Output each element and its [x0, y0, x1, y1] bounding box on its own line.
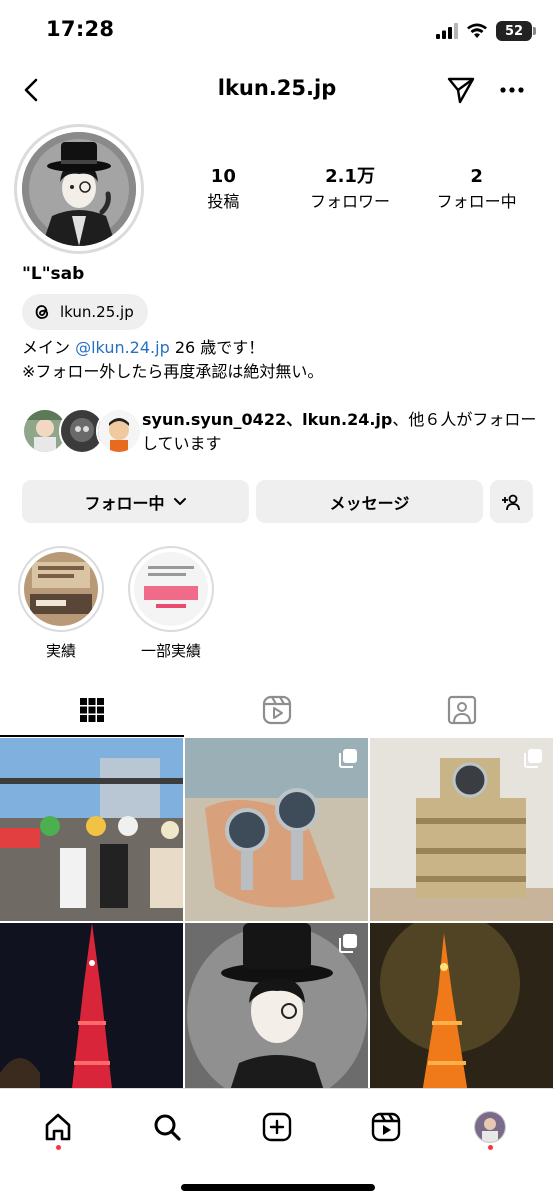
back-button[interactable] [12, 70, 52, 110]
post-thumbnail[interactable] [0, 923, 183, 1088]
nav-create[interactable] [253, 1103, 301, 1151]
avatar [22, 132, 136, 246]
highlight-ring [128, 546, 214, 632]
add-person-icon [501, 494, 520, 510]
profile-avatar[interactable] [14, 124, 144, 254]
profile-avatar-small-image [475, 1112, 505, 1142]
highlight-ring [18, 546, 104, 632]
post-thumbnail[interactable] [185, 738, 368, 921]
status-time: 17:28 [46, 17, 115, 41]
post-image [370, 923, 553, 1088]
message-button-label: メッセージ [329, 493, 410, 513]
highlight-label: 実績 [45, 642, 76, 660]
active-tab-indicator [0, 735, 184, 737]
profile-bio: メイン @lkun.24.jp 26 歳です！ ※フォロー外したら再度承認は絶対… [22, 336, 323, 384]
battery-level: 52 [504, 23, 524, 39]
threads-icon [35, 305, 49, 319]
posts-grid [0, 738, 554, 1088]
post-thumbnail[interactable] [0, 738, 183, 921]
home-icon [45, 1113, 71, 1141]
reels-icon [262, 695, 292, 725]
more-options-button[interactable] [492, 70, 532, 110]
followed-by-text: syun.syun_0422、lkun.24.jp、他６人がフォローしています [142, 408, 542, 456]
story-highlight[interactable]: 実績 [16, 546, 106, 661]
wifi-icon [467, 23, 487, 38]
suggest-people-button[interactable] [490, 480, 533, 523]
chevron-down-icon [173, 497, 186, 505]
reels-icon [371, 1112, 401, 1142]
tab-tagged[interactable] [370, 682, 554, 738]
battery-icon: 52 [496, 21, 536, 41]
status-bar: 17:28 52 [0, 0, 554, 62]
posts-count-label: 投稿 [207, 192, 240, 211]
carousel-icon [524, 749, 542, 768]
highlight-cover-image [134, 552, 208, 626]
followed-by-names: syun.syun_0422、lkun.24.jp [142, 410, 393, 429]
avatar-illustration [22, 132, 136, 246]
post-thumbnail[interactable] [185, 923, 368, 1088]
home-indicator [181, 1184, 375, 1191]
chevron-left-icon [24, 78, 38, 102]
status-icons: 52 [436, 20, 536, 42]
highlight-cover [134, 552, 208, 626]
threads-badge[interactable]: lkun.25.jp [22, 294, 148, 330]
followers-count-label: フォロワー [310, 192, 391, 211]
following-button[interactable]: フォロー中 [22, 480, 249, 523]
post-image [0, 738, 183, 921]
plus-square-icon [262, 1112, 292, 1142]
follower-avatar [96, 408, 142, 454]
following-count-value: 2 [470, 166, 483, 187]
post-image [0, 923, 183, 1088]
search-icon [154, 1114, 181, 1141]
post-thumbnail[interactable] [370, 923, 553, 1088]
carousel-icon [339, 749, 357, 768]
highlight-label: 一部実績 [140, 642, 201, 660]
nav-search[interactable] [143, 1103, 191, 1151]
bio-mention-link[interactable]: @lkun.24.jp [75, 338, 170, 357]
cellular-signal-icon [436, 23, 458, 39]
following-count[interactable]: 2 フォロー中 [413, 166, 540, 214]
profile-stats: 10 投稿 2.1万 フォロワー 2 フォロー中 [160, 166, 540, 214]
followed-by[interactable]: syun.syun_0422、lkun.24.jp、他６人がフォローしています [22, 406, 542, 462]
tab-posts[interactable] [0, 682, 184, 738]
followers-count[interactable]: 2.1万 フォロワー [287, 166, 414, 214]
story-highlight[interactable]: 一部実績 [126, 546, 216, 661]
post-thumbnail[interactable] [370, 738, 553, 921]
nav-profile[interactable] [466, 1103, 514, 1151]
profile-avatar-small [474, 1111, 506, 1143]
following-count-label: フォロー中 [436, 192, 517, 211]
tagged-person-icon [447, 695, 477, 725]
paper-plane-icon [447, 77, 475, 104]
bio-line-2: ※フォロー外したら再度承認は絶対無い。 [22, 362, 324, 381]
profile-notification-dot [488, 1145, 493, 1150]
bio-suffix: 26 歳です！ [169, 338, 265, 357]
nav-reels[interactable] [362, 1103, 410, 1151]
message-button[interactable]: メッセージ [256, 480, 483, 523]
following-button-label: フォロー中 [84, 493, 165, 513]
display-name: "L"sab [22, 264, 85, 284]
follower-avatar-image [98, 410, 140, 452]
posts-count-value: 10 [210, 166, 236, 187]
carousel-icon [339, 934, 357, 953]
content-tabs [0, 682, 554, 738]
highlight-cover [24, 552, 98, 626]
tab-reels[interactable] [185, 682, 369, 738]
share-profile-button[interactable] [441, 70, 481, 110]
grid-icon [80, 698, 104, 722]
followers-count-value: 2.1万 [325, 166, 375, 187]
profile-header: lkun.25.jp [0, 62, 554, 118]
bio-prefix: メイン [22, 338, 76, 357]
ellipsis-icon [500, 87, 524, 93]
posts-count[interactable]: 10 投稿 [160, 166, 287, 214]
threads-handle: lkun.25.jp [60, 303, 134, 321]
home-notification-dot [56, 1145, 61, 1150]
highlight-cover-image [24, 552, 98, 626]
nav-home[interactable] [34, 1103, 82, 1151]
bio-line-1: メイン @lkun.24.jp 26 歳です！ [22, 336, 323, 360]
